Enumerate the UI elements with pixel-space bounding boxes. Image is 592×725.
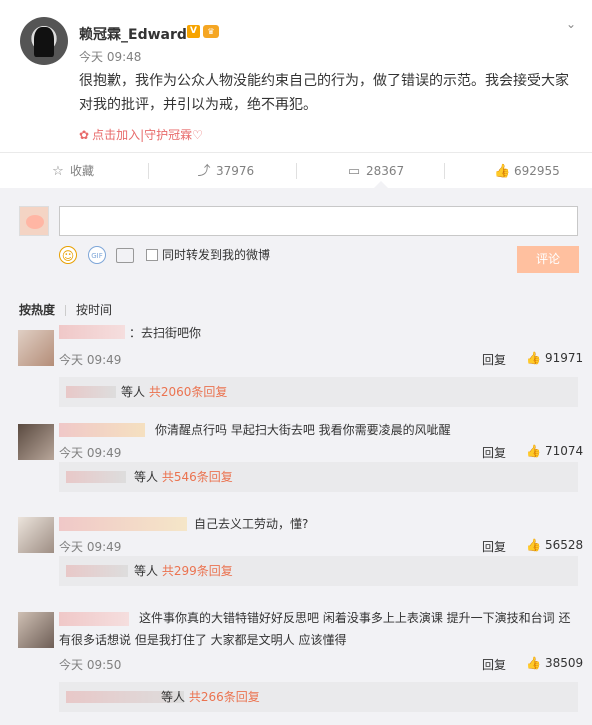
reply-summary-text: 等人 共266条回复 — [161, 689, 260, 705]
replier-names — [66, 565, 128, 577]
reply-prefix: 等人 — [161, 690, 186, 704]
comment-like-button[interactable]: 👍 71074 — [526, 444, 583, 458]
commenter-avatar[interactable] — [18, 424, 54, 460]
reply-summary-text: 等人 共299条回复 — [134, 563, 233, 579]
commenter-name[interactable] — [59, 325, 125, 339]
forward-label: 同时转发到我的微博 — [162, 248, 271, 262]
my-avatar — [19, 206, 49, 236]
divider — [148, 163, 149, 179]
comment-like-button[interactable]: 👍 91971 — [526, 351, 583, 365]
commenter-avatar[interactable] — [18, 612, 54, 648]
thumbs-up-icon: 👍 — [494, 164, 511, 179]
reply-summary[interactable]: 等人 共266条回复 — [59, 682, 578, 712]
forward-checkbox[interactable] — [146, 249, 158, 261]
divider — [296, 163, 297, 179]
post-time[interactable]: 今天 09:48 — [79, 48, 141, 65]
reply-count-link[interactable]: 共299条回复 — [162, 564, 233, 578]
comment-time: 今天 09:49 — [59, 446, 122, 460]
tab-sort-time[interactable]: 按时间 — [76, 301, 112, 318]
comment-like-count: 71074 — [544, 444, 584, 458]
action-bar: ☆ 收藏 ⤴ 37976 ▭ 28367 👍 692955 — [0, 152, 592, 188]
reply-count-link[interactable]: 共546条回复 — [162, 470, 233, 484]
reply-button[interactable]: 回复 — [482, 656, 506, 673]
comment-text: ：去扫街吧你 — [129, 326, 202, 340]
vip-badge-icon: ♛ — [203, 25, 219, 38]
reply-summary[interactable]: 等人 共299条回复 — [59, 556, 578, 586]
comment-like-button[interactable]: 👍 56528 — [526, 538, 583, 552]
comment-time: 今天 09:50 — [59, 658, 122, 672]
comment-like-count: 56528 — [544, 538, 584, 552]
comment-time: 今天 09:49 — [59, 540, 122, 554]
reply-prefix: 等人 — [134, 564, 159, 578]
replier-names — [66, 386, 116, 398]
reply-count-link[interactable]: 共2060条回复 — [149, 385, 228, 399]
comment-time: 今天 09:49 — [59, 353, 122, 367]
reply-summary[interactable]: 等人 共546条回复 — [59, 462, 578, 492]
repost-icon: ⤴ — [197, 164, 211, 179]
reply-button[interactable]: 回复 — [482, 538, 506, 555]
commenter-name[interactable] — [59, 517, 187, 531]
reply-button[interactable]: 回复 — [482, 351, 506, 368]
comment-text: 你清醒点行吗 早起扫大街去吧 我看你需要凌晨的风呲醒 — [155, 423, 451, 437]
author-avatar[interactable] — [20, 17, 68, 65]
verified-icon: V — [187, 25, 200, 38]
reply-summary-text: 等人 共546条回复 — [134, 469, 233, 485]
image-icon[interactable] — [116, 248, 134, 263]
reply-button[interactable]: 回复 — [482, 444, 506, 461]
repost-button[interactable]: ⤴ 37976 — [196, 153, 254, 189]
star-icon: ☆ — [52, 164, 64, 179]
submit-comment-button[interactable]: 评论 — [517, 246, 579, 273]
sort-tabs: 按热度 按时间 — [19, 301, 112, 318]
favorite-label: 收藏 — [70, 164, 95, 178]
comment-count: 28367 — [366, 164, 405, 178]
comment-text: 自己去义工劳动，懂? — [194, 517, 309, 531]
comment-icon: ▭ — [347, 164, 361, 179]
reply-count-link[interactable]: 共266条回复 — [189, 690, 260, 704]
comment-like-count: 91971 — [544, 351, 584, 365]
thumbs-up-icon: 👍 — [526, 656, 541, 670]
comment-text-line1: 这件事你真的大错特错好好反思吧 闲着没事多上上表演课 提升一下演技和台词 还 — [139, 611, 571, 625]
divider — [444, 163, 445, 179]
commenter-name[interactable] — [59, 612, 129, 626]
repost-count: 37976 — [216, 164, 255, 178]
guard-link[interactable]: ✿ 点击加入|守护冠霖♡ — [79, 126, 203, 143]
comment-text-line2: 有很多话想说 但是我打住了 大家都是文明人 应该懂得 — [59, 633, 347, 647]
reply-summary[interactable]: 等人 共2060条回复 — [59, 377, 578, 407]
guard-link-label: 点击加入|守护冠霖♡ — [92, 128, 203, 142]
post-text: 很抱歉，我作为公众人物没能约束自己的行为，做了错误的示范。我会接受大家对我的批评… — [79, 73, 569, 113]
comment-section: ☺ GIF 同时转发到我的微博 评论 按热度 按时间 ：去扫街吧你 今天 09:4… — [0, 188, 592, 725]
reply-prefix: 等人 — [134, 470, 159, 484]
weibo-post: 赖冠霖_Edward V ♛ 今天 09:48 ⌄ 很抱歉，我作为公众人物没能约… — [0, 0, 592, 152]
comment-like-button[interactable]: 👍 38509 — [526, 656, 583, 670]
comment-input[interactable] — [59, 206, 578, 236]
thumbs-up-icon: 👍 — [526, 538, 541, 552]
chevron-down-icon[interactable]: ⌄ — [563, 18, 579, 30]
thumbs-up-icon: 👍 — [526, 444, 541, 458]
commenter-name[interactable] — [59, 423, 145, 437]
replier-names — [66, 471, 126, 483]
reply-summary-text: 等人 共2060条回复 — [121, 384, 227, 400]
comment-like-count: 38509 — [544, 656, 584, 670]
active-tab-indicator — [374, 181, 388, 188]
reply-prefix: 等人 — [121, 385, 146, 399]
author-name[interactable]: 赖冠霖_Edward — [79, 24, 187, 44]
thumbs-up-icon: 👍 — [526, 351, 541, 365]
commenter-avatar[interactable] — [18, 517, 54, 553]
emoji-icon[interactable]: ☺ — [59, 246, 77, 264]
commenter-avatar[interactable] — [18, 330, 54, 366]
favorite-button[interactable]: ☆ 收藏 — [50, 153, 94, 189]
like-count: 692955 — [514, 164, 560, 178]
sparkle-icon: ✿ — [79, 128, 90, 142]
tab-sort-hot[interactable]: 按热度 — [19, 301, 55, 318]
gif-icon[interactable]: GIF — [88, 246, 106, 264]
divider — [65, 305, 67, 316]
like-button[interactable]: 👍 692955 — [494, 153, 560, 189]
